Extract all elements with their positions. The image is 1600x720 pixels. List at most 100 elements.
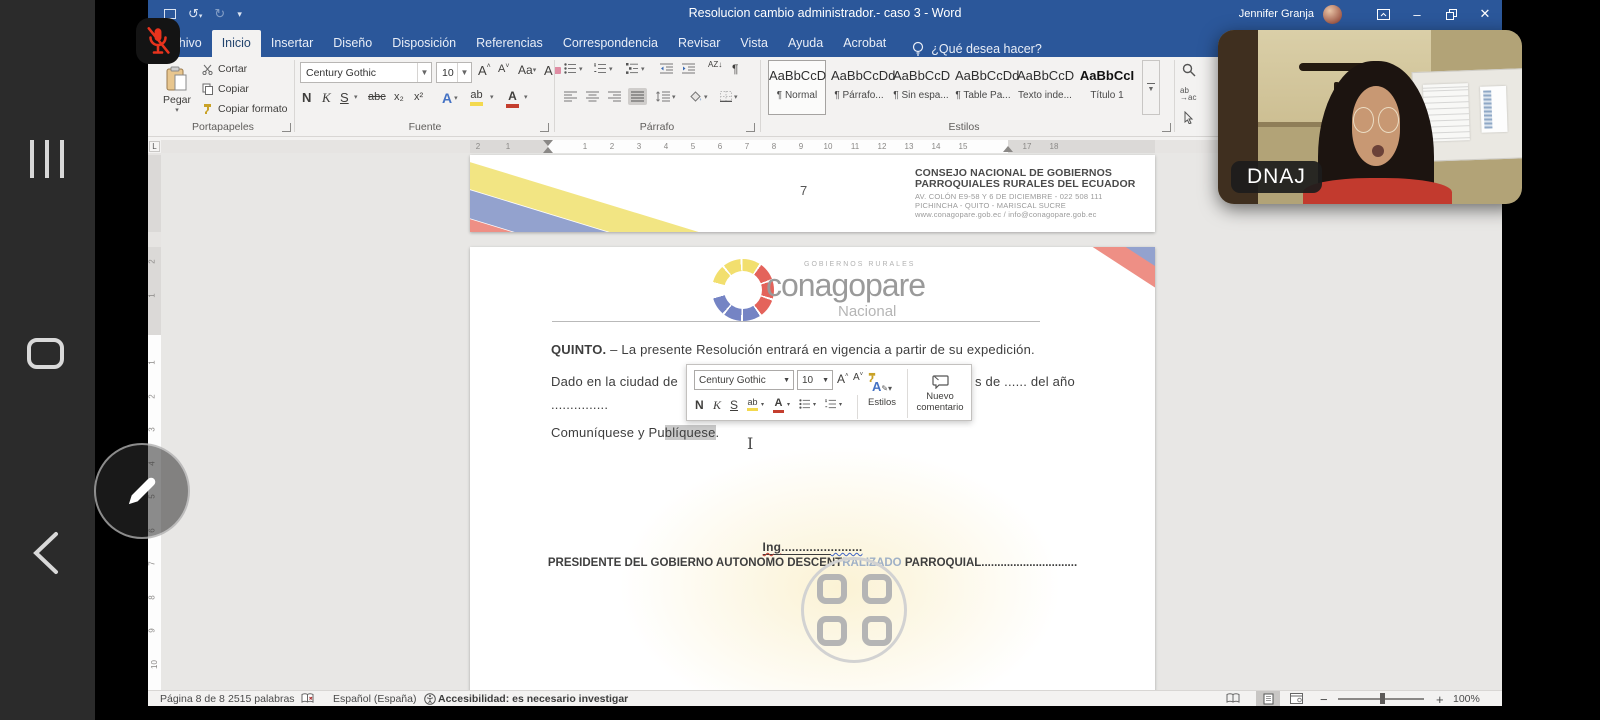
mini-new-comment-button[interactable]: Nuevo comentario bbox=[911, 369, 969, 418]
accessibility-status[interactable]: Accesibilidad: es necesario investigar bbox=[438, 693, 628, 705]
mini-size-combo[interactable]: 10▼ bbox=[797, 370, 833, 390]
mini-bullets-dropdown[interactable]: ▾ bbox=[813, 401, 816, 408]
read-mode-icon[interactable] bbox=[1226, 693, 1240, 706]
subscript-button[interactable]: x₂ bbox=[394, 91, 404, 103]
zoom-slider-thumb[interactable] bbox=[1380, 693, 1385, 704]
mini-numbering[interactable] bbox=[825, 399, 837, 409]
zoom-slider[interactable] bbox=[1338, 698, 1424, 700]
font-name-combo[interactable]: Century Gothic▼ bbox=[300, 62, 432, 83]
tab-ayuda[interactable]: Ayuda bbox=[778, 30, 833, 57]
align-left-button[interactable] bbox=[564, 91, 577, 102]
restore-button[interactable] bbox=[1434, 0, 1468, 28]
styles-dialog-launcher[interactable] bbox=[1162, 123, 1171, 132]
tab-insertar[interactable]: Insertar bbox=[261, 30, 323, 57]
search-button[interactable] bbox=[1182, 63, 1196, 77]
replace-button[interactable]: ab→ac bbox=[1180, 87, 1196, 101]
right-indent-marker[interactable] bbox=[1003, 146, 1013, 152]
tell-me-box[interactable]: ¿Qué desea hacer? bbox=[912, 41, 1042, 57]
format-painter-button[interactable]: Copiar formato bbox=[202, 103, 287, 115]
grow-font-button[interactable]: A˄ bbox=[478, 63, 491, 78]
tab-correspondencia[interactable]: Correspondencia bbox=[553, 30, 668, 57]
vertical-ruler[interactable]: 2 1 1 2 3 4 5 6 7 8 9 10 bbox=[148, 153, 161, 690]
zoom-in-button[interactable]: + bbox=[1436, 692, 1444, 706]
style-parrafo[interactable]: AaBbCcDd¶ Párrafo... bbox=[830, 60, 888, 115]
tab-vista[interactable]: Vista bbox=[730, 30, 778, 57]
clipboard-dialog-launcher[interactable] bbox=[282, 123, 291, 132]
mini-numbering-dropdown[interactable]: ▾ bbox=[839, 401, 842, 408]
increase-indent-button[interactable] bbox=[682, 63, 695, 74]
mini-bold[interactable]: N bbox=[695, 398, 704, 412]
bullets-button[interactable]: ▾ bbox=[564, 63, 583, 74]
align-center-button[interactable] bbox=[586, 91, 599, 102]
cut-button[interactable]: Cortar bbox=[202, 63, 247, 75]
language-indicator[interactable]: Español (España) bbox=[333, 693, 416, 705]
mini-grow-font[interactable]: A˄ bbox=[837, 372, 849, 386]
back-icon[interactable] bbox=[30, 530, 62, 576]
mini-styles-button[interactable]: A✎▾ Estilos bbox=[861, 369, 903, 418]
sort-button[interactable]: AZ↓ bbox=[708, 62, 722, 68]
shading-button[interactable]: ▾ bbox=[690, 91, 708, 102]
text-effects-button[interactable]: A▾ bbox=[442, 90, 458, 106]
show-marks-button[interactable]: ¶ bbox=[732, 62, 738, 76]
numbering-button[interactable]: ▾ bbox=[594, 63, 613, 74]
line-spacing-button[interactable]: ▾ bbox=[656, 91, 676, 102]
justify-button[interactable] bbox=[628, 88, 647, 105]
align-right-button[interactable] bbox=[608, 91, 621, 102]
strikethrough-button[interactable]: abc bbox=[368, 91, 386, 103]
style-texto-independiente[interactable]: AaBbCcDTexto inde... bbox=[1016, 60, 1074, 115]
font-color-dropdown[interactable]: ▾ bbox=[524, 93, 528, 101]
mini-italic[interactable]: K bbox=[713, 398, 721, 413]
tab-disposicion[interactable]: Disposición bbox=[382, 30, 466, 57]
highlight-button[interactable]: ab bbox=[470, 89, 483, 106]
style-table-paragraph[interactable]: AaBbCcDd¶ Table Pa... bbox=[954, 60, 1012, 115]
annotate-pencil-button[interactable] bbox=[94, 443, 190, 539]
style-titulo-1[interactable]: AaBbCcITítulo 1 bbox=[1078, 60, 1136, 115]
minimize-button[interactable]: – bbox=[1400, 0, 1434, 28]
font-size-combo[interactable]: 10▼ bbox=[436, 62, 472, 83]
print-layout-icon[interactable] bbox=[1256, 691, 1280, 706]
first-line-indent-marker[interactable] bbox=[543, 140, 553, 153]
underline-dropdown[interactable]: ▾ bbox=[354, 93, 358, 101]
italic-button[interactable]: K bbox=[322, 90, 331, 106]
page-indicator[interactable]: Página 8 de 8 bbox=[160, 693, 225, 705]
decrease-indent-button[interactable] bbox=[660, 63, 673, 74]
zoom-level[interactable]: 100% bbox=[1453, 693, 1480, 705]
underline-button[interactable]: S bbox=[340, 90, 349, 105]
superscript-button[interactable]: x² bbox=[414, 91, 423, 103]
mini-highlight[interactable]: ab bbox=[747, 397, 758, 411]
paragraph-dialog-launcher[interactable] bbox=[746, 123, 755, 132]
proofing-icon[interactable] bbox=[301, 693, 314, 706]
web-layout-icon[interactable] bbox=[1290, 693, 1303, 706]
ribbon-display-options-icon[interactable] bbox=[1366, 0, 1400, 28]
copy-button[interactable]: Copiar bbox=[202, 83, 249, 95]
document-canvas[interactable]: 7 CONSEJO NACIONAL DE GOBIERNOS PARROQUI… bbox=[161, 153, 1502, 690]
close-button[interactable]: ✕ bbox=[1468, 0, 1502, 28]
mini-font-combo[interactable]: Century Gothic▼ bbox=[694, 370, 794, 390]
mini-font-color-dropdown[interactable]: ▾ bbox=[787, 401, 790, 408]
styles-gallery-more-button[interactable]: ▼ bbox=[1142, 60, 1160, 115]
webcam-overlay[interactable]: DNAJ bbox=[1218, 30, 1522, 204]
tab-acrobat[interactable]: Acrobat bbox=[833, 30, 896, 57]
change-case-button[interactable]: Aa▾ bbox=[518, 63, 536, 77]
shrink-font-button[interactable]: A˅ bbox=[498, 63, 509, 75]
muted-microphone-badge[interactable] bbox=[136, 18, 180, 64]
tab-stop-selector[interactable]: L bbox=[149, 141, 160, 152]
tab-inicio[interactable]: Inicio bbox=[212, 30, 261, 57]
tab-referencias[interactable]: Referencias bbox=[466, 30, 553, 57]
clear-formatting-button[interactable]: A bbox=[544, 63, 561, 78]
home-icon[interactable] bbox=[27, 338, 64, 369]
select-button[interactable] bbox=[1184, 111, 1194, 124]
accessibility-icon[interactable] bbox=[424, 693, 436, 706]
multilevel-list-button[interactable]: ▾ bbox=[626, 63, 645, 74]
font-color-button[interactable]: A bbox=[506, 89, 519, 108]
user-name[interactable]: Jennifer Granja bbox=[1239, 8, 1314, 20]
word-count[interactable]: 2515 palabras bbox=[228, 693, 295, 705]
mini-bullets[interactable] bbox=[799, 399, 811, 409]
user-avatar[interactable] bbox=[1323, 5, 1342, 24]
mini-highlight-dropdown[interactable]: ▾ bbox=[761, 401, 764, 408]
style-normal[interactable]: AaBbCcD¶ Normal bbox=[768, 60, 826, 115]
paste-button[interactable]: Pegar ▾ bbox=[158, 61, 196, 119]
borders-button[interactable]: ▾ bbox=[720, 91, 738, 102]
zoom-out-button[interactable]: − bbox=[1320, 692, 1328, 706]
mini-font-color[interactable]: A bbox=[773, 397, 784, 413]
